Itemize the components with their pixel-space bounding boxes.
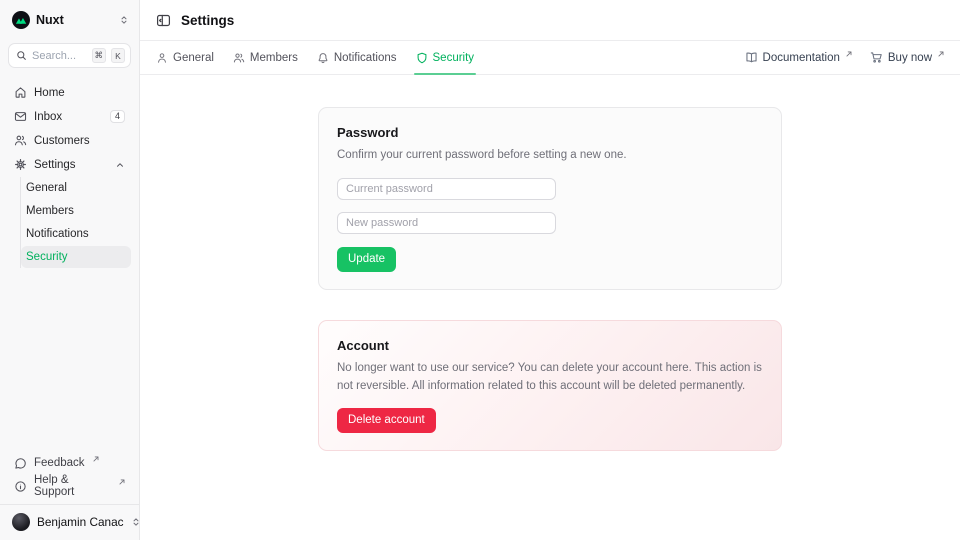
sidebar-nav: Home Inbox 4 Customers [0, 81, 139, 269]
external-link-icon [846, 51, 852, 57]
tab-general[interactable]: General [156, 41, 214, 74]
kbd-meta: ⌘ [92, 48, 107, 63]
sidebar-item-label: Notifications [26, 228, 89, 240]
tab-label: Security [433, 52, 475, 64]
bell-icon [317, 52, 329, 64]
search-input[interactable]: Search... ⌘ K [8, 43, 131, 68]
help-support-link[interactable]: Help & Support [8, 475, 131, 497]
external-link-icon [938, 51, 944, 57]
update-password-button[interactable]: Update [337, 247, 396, 272]
tab-label: Notifications [334, 52, 397, 64]
chevron-up-icon [115, 160, 125, 170]
tab-security[interactable]: Security [416, 41, 475, 74]
users-icon [233, 52, 245, 64]
sidebar-item-label: Settings [34, 159, 76, 171]
sidebar-item-label: Inbox [34, 111, 62, 123]
users-icon [14, 134, 27, 147]
feedback-link[interactable]: Feedback [8, 452, 131, 474]
sidebar-item-home[interactable]: Home [8, 81, 131, 104]
workspace-switcher[interactable]: Nuxt [0, 0, 139, 34]
help-support-label: Help & Support [34, 474, 111, 498]
user-menu[interactable]: Benjamin Canac [0, 504, 139, 540]
password-card: Password Confirm your current password b… [318, 107, 782, 290]
sidebar-item-label: Customers [34, 135, 90, 147]
collapse-sidebar-icon[interactable] [156, 13, 171, 28]
feedback-label: Feedback [34, 457, 85, 469]
tab-label: Members [250, 52, 298, 64]
tabbar-actions: Documentation Buy now [745, 51, 944, 64]
tab-label: General [173, 52, 214, 64]
password-card-title: Password [337, 125, 763, 140]
password-form: Update [337, 178, 763, 272]
chat-bubble-icon [14, 457, 27, 470]
settings-security-content: Password Confirm your current password b… [140, 75, 960, 540]
shopping-cart-icon [870, 51, 883, 64]
sidebar-spacer [0, 269, 139, 452]
kbd-k: K [111, 48, 125, 63]
sidebar-item-members[interactable]: Members [21, 200, 131, 222]
person-icon [156, 52, 168, 64]
sidebar-item-security[interactable]: Security [21, 246, 131, 268]
inbox-count-badge: 4 [110, 110, 125, 123]
tabs: General Members [156, 41, 474, 74]
sidebar-item-label: Members [26, 205, 74, 217]
sidebar-item-customers[interactable]: Customers [8, 129, 131, 152]
home-icon [14, 86, 27, 99]
workspace-name: Nuxt [36, 13, 113, 27]
account-card-title: Account [337, 338, 763, 353]
user-name: Benjamin Canac [37, 515, 124, 529]
external-link-icon [119, 479, 125, 485]
gear-icon [14, 158, 27, 171]
sidebar-item-label: General [26, 182, 67, 194]
tab-members[interactable]: Members [233, 41, 298, 74]
documentation-label: Documentation [763, 52, 840, 64]
current-password-field[interactable] [337, 178, 556, 200]
new-password-field[interactable] [337, 212, 556, 234]
chevron-updown-icon [119, 15, 129, 25]
info-circle-icon [14, 480, 27, 493]
sidebar-item-settings[interactable]: Settings [8, 153, 131, 176]
avatar [12, 513, 30, 531]
sidebar-item-notifications[interactable]: Notifications [21, 223, 131, 245]
account-card-description: No longer want to use our service? You c… [337, 359, 763, 396]
inbox-icon [14, 110, 27, 123]
sidebar-item-label: Security [26, 251, 68, 263]
book-icon [745, 51, 758, 64]
tab-notifications[interactable]: Notifications [317, 41, 397, 74]
sidebar: Nuxt Search... ⌘ K [0, 0, 140, 540]
sidebar-item-inbox[interactable]: Inbox 4 [8, 105, 131, 128]
delete-account-button[interactable]: Delete account [337, 408, 436, 433]
external-link-icon [93, 456, 99, 462]
sidebar-item-general[interactable]: General [21, 177, 131, 199]
shield-icon [416, 52, 428, 64]
main-panel: Settings General [140, 0, 960, 540]
settings-subnav: General Members Notifications Security [20, 177, 131, 268]
app-window: Nuxt Search... ⌘ K [0, 0, 960, 540]
settings-tabbar: General Members [140, 41, 960, 75]
buy-now-link[interactable]: Buy now [870, 51, 944, 64]
search-icon [16, 50, 27, 61]
page-header: Settings [140, 0, 960, 41]
buy-now-label: Buy now [888, 52, 932, 64]
nuxt-logo-icon [12, 11, 30, 29]
sidebar-item-label: Home [34, 87, 65, 99]
password-card-description: Confirm your current password before set… [337, 146, 763, 165]
account-card: Account No longer want to use our servic… [318, 320, 782, 451]
documentation-link[interactable]: Documentation [745, 51, 852, 64]
search-placeholder: Search... [32, 50, 87, 62]
page-title: Settings [181, 13, 234, 28]
